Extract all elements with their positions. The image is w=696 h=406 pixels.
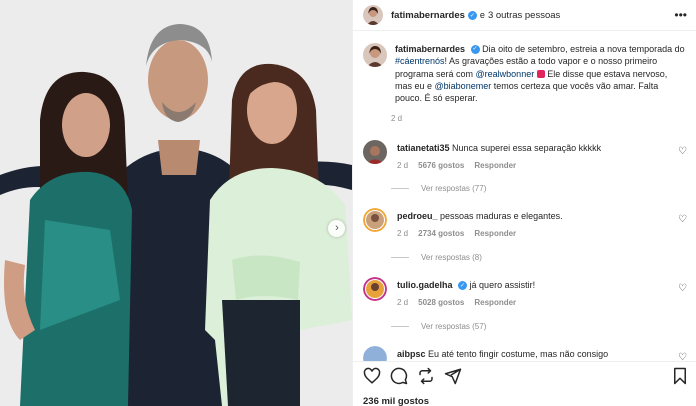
- mention-link-biabonemer[interactable]: @biabonemer: [435, 81, 492, 91]
- group-photo-illustration: [0, 0, 352, 406]
- comment-item: tulio.gadelha ✓ já quero assistir! 2 d 50…: [363, 277, 689, 307]
- comment-likes[interactable]: 5028 gostos: [418, 298, 464, 307]
- repost-icon[interactable]: [417, 367, 435, 385]
- comment-like-heart-icon[interactable]: ♡: [678, 283, 687, 294]
- mention-link-realwbonner[interactable]: @realwbonner: [476, 69, 535, 79]
- comment-like-heart-icon[interactable]: ♡: [678, 146, 687, 157]
- reply-button[interactable]: Responder: [474, 229, 516, 238]
- header-separator: e: [479, 10, 485, 20]
- commenter-avatar[interactable]: [363, 140, 387, 164]
- caption-avatar[interactable]: [363, 43, 387, 67]
- heart-icon[interactable]: [363, 367, 381, 385]
- next-photo-button[interactable]: ›: [328, 220, 345, 237]
- view-replies-button[interactable]: Ver respostas (8): [391, 253, 482, 262]
- view-replies-button[interactable]: Ver respostas (57): [391, 322, 486, 331]
- replies-divider: [391, 326, 409, 327]
- author-username[interactable]: fatimabernardes: [391, 10, 465, 21]
- comment-icon[interactable]: [390, 367, 408, 385]
- caption-username[interactable]: fatimabernardes: [395, 44, 465, 54]
- comment-text: Eu até tento fingir costume, mas não con…: [428, 349, 609, 359]
- commenter-username[interactable]: tulio.gadelha: [397, 280, 453, 290]
- comment-likes[interactable]: 5676 gostos: [418, 161, 464, 170]
- verified-badge-icon: ✓: [470, 45, 480, 55]
- post-photo[interactable]: ›: [0, 0, 352, 406]
- post-side-panel: fatimabernardes ✓ e 3 outras pessoas •••…: [352, 0, 696, 406]
- collaborators-link[interactable]: 3 outras pessoas: [488, 10, 560, 21]
- comment-like-heart-icon[interactable]: ♡: [678, 214, 687, 225]
- chevron-right-icon: ›: [335, 222, 339, 234]
- commenter-username[interactable]: aibpsc: [397, 349, 426, 359]
- view-replies-button[interactable]: Ver respostas (77): [391, 184, 486, 193]
- caption-timestamp[interactable]: 2 d: [391, 114, 402, 123]
- instagram-post: › fatimabernardes ✓ e 3 outras pessoas •…: [0, 0, 696, 406]
- comment-text: já quero assistir!: [469, 280, 536, 290]
- bookmark-icon[interactable]: [671, 367, 689, 385]
- comment-time[interactable]: 2 d: [397, 298, 408, 307]
- view-replies-label: Ver respostas (57): [421, 322, 487, 331]
- paper-plane-icon[interactable]: [444, 367, 462, 385]
- reply-button[interactable]: Responder: [474, 298, 516, 307]
- heart-emoji-icon: [536, 70, 545, 79]
- more-options-icon[interactable]: •••: [674, 9, 687, 21]
- verified-badge-icon: ✓: [467, 10, 477, 20]
- caption-part-1: Dia oito de setembro, estreia a nova tem…: [482, 44, 685, 54]
- post-actions-bar: 236 mil gostos: [353, 361, 696, 406]
- comment-text: pessoas maduras e elegantes.: [440, 211, 563, 221]
- post-caption: fatimabernardes ✓ Dia oito de setembro, …: [363, 43, 689, 104]
- reply-button[interactable]: Responder: [474, 161, 516, 170]
- comment-item: pedroeu_ pessoas maduras e elegantes. 2 …: [363, 208, 689, 238]
- author-avatar[interactable]: [363, 5, 383, 25]
- post-header: fatimabernardes ✓ e 3 outras pessoas •••: [353, 0, 696, 31]
- replies-divider: [391, 257, 409, 258]
- replies-divider: [391, 188, 409, 189]
- comment-time[interactable]: 2 d: [397, 229, 408, 238]
- verified-badge-icon: ✓: [458, 281, 468, 291]
- comment-item: tatianetati35 Nunca superei essa separaç…: [363, 140, 689, 170]
- commenter-username[interactable]: tatianetati35: [397, 143, 450, 153]
- commenter-username[interactable]: pedroeu_: [397, 211, 438, 221]
- caption-text: fatimabernardes ✓ Dia oito de setembro, …: [395, 43, 685, 104]
- likes-count[interactable]: 236 mil gostos: [363, 396, 429, 406]
- view-replies-label: Ver respostas (77): [421, 184, 487, 193]
- comment-likes[interactable]: 2734 gostos: [418, 229, 464, 238]
- hashtag-link[interactable]: #cáentrenós: [395, 56, 445, 66]
- comment-text: Nunca superei essa separação kkkkk: [452, 143, 602, 153]
- view-replies-label: Ver respostas (8): [421, 253, 482, 262]
- commenter-avatar[interactable]: [363, 208, 387, 232]
- comment-time[interactable]: 2 d: [397, 161, 408, 170]
- commenter-avatar[interactable]: [363, 277, 387, 301]
